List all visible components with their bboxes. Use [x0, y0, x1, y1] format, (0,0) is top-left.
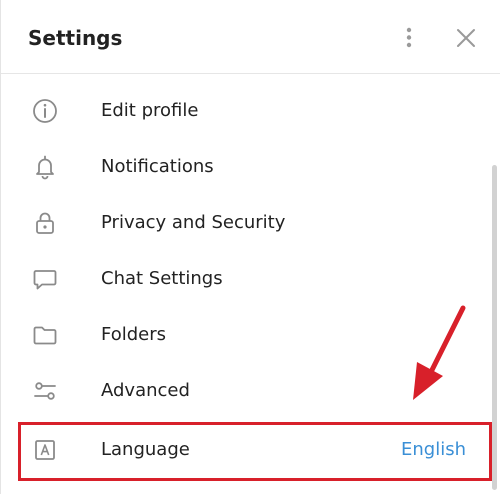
menu-item-label: Privacy and Security	[101, 212, 286, 233]
close-icon	[457, 29, 475, 47]
sliders-icon	[34, 382, 56, 400]
menu-item-folders[interactable]: Folders	[1, 307, 491, 363]
page-title: Settings	[28, 26, 123, 50]
menu-item-label: Advanced	[101, 380, 190, 401]
more-options-button[interactable]	[397, 22, 421, 54]
settings-window: Settings Edit profile Notifications Priv…	[0, 0, 500, 494]
language-icon	[35, 440, 55, 460]
folder-icon	[33, 326, 57, 345]
chat-bubble-icon	[33, 270, 57, 290]
menu-item-label: Language	[101, 439, 190, 460]
info-icon	[33, 99, 57, 123]
menu-item-chat-settings[interactable]: Chat Settings	[1, 251, 491, 307]
language-value: English	[401, 439, 466, 460]
scrollbar[interactable]	[492, 165, 497, 490]
menu-item-label: Notifications	[101, 156, 214, 177]
close-button[interactable]	[451, 22, 481, 54]
menu-item-language[interactable]: Language English	[1, 422, 491, 478]
menu-item-privacy-and-security[interactable]: Privacy and Security	[1, 195, 491, 251]
menu-item-notifications[interactable]: Notifications	[1, 139, 491, 195]
menu-item-advanced[interactable]: Advanced	[1, 363, 491, 419]
bell-icon	[36, 155, 54, 180]
menu-item-label: Chat Settings	[101, 268, 223, 289]
lock-icon	[36, 212, 54, 234]
menu-item-label: Folders	[101, 324, 167, 345]
menu-item-label: Edit profile	[101, 100, 199, 121]
settings-header: Settings	[1, 0, 500, 74]
vertical-dots-icon	[406, 27, 412, 48]
menu-item-edit-profile[interactable]: Edit profile	[1, 83, 491, 139]
